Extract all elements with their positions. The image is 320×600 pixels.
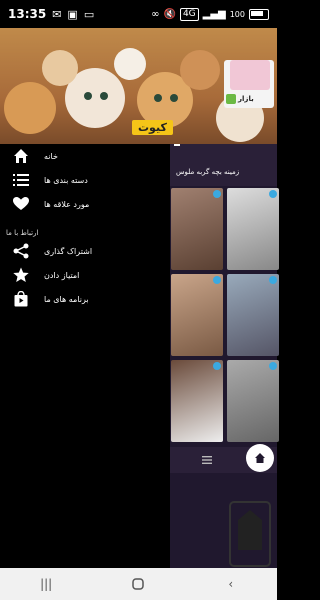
- drawer-header-banner: کیوت بازار: [0, 28, 277, 144]
- section-title-contact: ارتباط با ما: [6, 229, 39, 237]
- list-icon[interactable]: [202, 455, 212, 465]
- drawer-item-label: امتیاز دادن: [44, 270, 80, 280]
- banner-title: کیوت: [132, 120, 173, 135]
- heart-icon: [12, 195, 30, 213]
- battery-level: 100: [229, 9, 245, 19]
- list-icon: [12, 171, 30, 189]
- status-bar: 13:35 ✉ ▣ ▭ ∞ 🔇 4G ▂▄▆ 100: [0, 0, 277, 28]
- download-icon[interactable]: [269, 362, 277, 370]
- download-icon[interactable]: [213, 190, 221, 198]
- bazaar-watermark-icon: [229, 501, 271, 567]
- drawer-item-home[interactable]: خانه: [0, 143, 170, 169]
- home-icon: [255, 453, 265, 463]
- bazaar-label: بازار: [238, 95, 254, 103]
- link-icon: ∞: [151, 8, 160, 20]
- drawer-item-categories[interactable]: دسته بندی ها: [0, 167, 170, 193]
- wallpaper-thumb[interactable]: [171, 274, 223, 356]
- status-time: 13:35: [8, 7, 47, 21]
- main-title: زمینه بچه گربه ملوس: [176, 168, 240, 176]
- bag-icon: [12, 290, 30, 308]
- wallpaper-grid: [171, 188, 279, 448]
- wallpaper-thumb[interactable]: [227, 188, 279, 270]
- wallpaper-thumb[interactable]: [171, 188, 223, 270]
- drawer-item-label: برنامه های ما: [44, 294, 89, 304]
- share-icon: [12, 242, 30, 260]
- home-button-icon[interactable]: [128, 577, 148, 591]
- drawer-item-favorites[interactable]: مورد علاقه ها: [0, 191, 170, 217]
- wallpaper-thumb[interactable]: [171, 360, 223, 442]
- bazaar-badge[interactable]: بازار: [226, 94, 254, 104]
- download-icon[interactable]: [269, 190, 277, 198]
- bazaar-logo-icon: [226, 94, 236, 104]
- drawer-item-label: خانه: [44, 151, 58, 161]
- tv-icon: ▭: [83, 7, 95, 21]
- signal-icon: ▂▄▆: [202, 8, 226, 20]
- download-icon[interactable]: [269, 276, 277, 284]
- gallery-icon: ▣: [67, 7, 78, 21]
- star-icon: [12, 266, 30, 284]
- drawer-item-label: دسته بندی ها: [44, 175, 88, 185]
- mute-icon: 🔇: [163, 8, 176, 20]
- home-fab[interactable]: [246, 444, 274, 472]
- drawer-item-share[interactable]: اشتراک گذاری: [0, 238, 170, 264]
- wallpaper-thumb[interactable]: [227, 274, 279, 356]
- download-icon[interactable]: [213, 362, 221, 370]
- wallpaper-thumb[interactable]: [227, 360, 279, 442]
- drawer-item-label: اشتراک گذاری: [44, 246, 93, 256]
- notification-icon: ✉: [52, 7, 62, 21]
- system-navigation-bar: ||| ‹: [0, 568, 277, 600]
- battery-icon: [249, 8, 269, 20]
- drawer-item-label: مورد علاقه ها: [44, 199, 90, 209]
- home-icon: [12, 147, 30, 165]
- drawer-item-our-apps[interactable]: برنامه های ما: [0, 286, 170, 312]
- download-icon[interactable]: [213, 276, 221, 284]
- drawer-item-rate[interactable]: امتیاز دادن: [0, 262, 170, 288]
- back-icon[interactable]: ‹: [221, 577, 241, 591]
- network-badge: 4G: [179, 7, 199, 21]
- recent-apps-icon[interactable]: |||: [36, 577, 56, 591]
- ad-image: [230, 60, 270, 90]
